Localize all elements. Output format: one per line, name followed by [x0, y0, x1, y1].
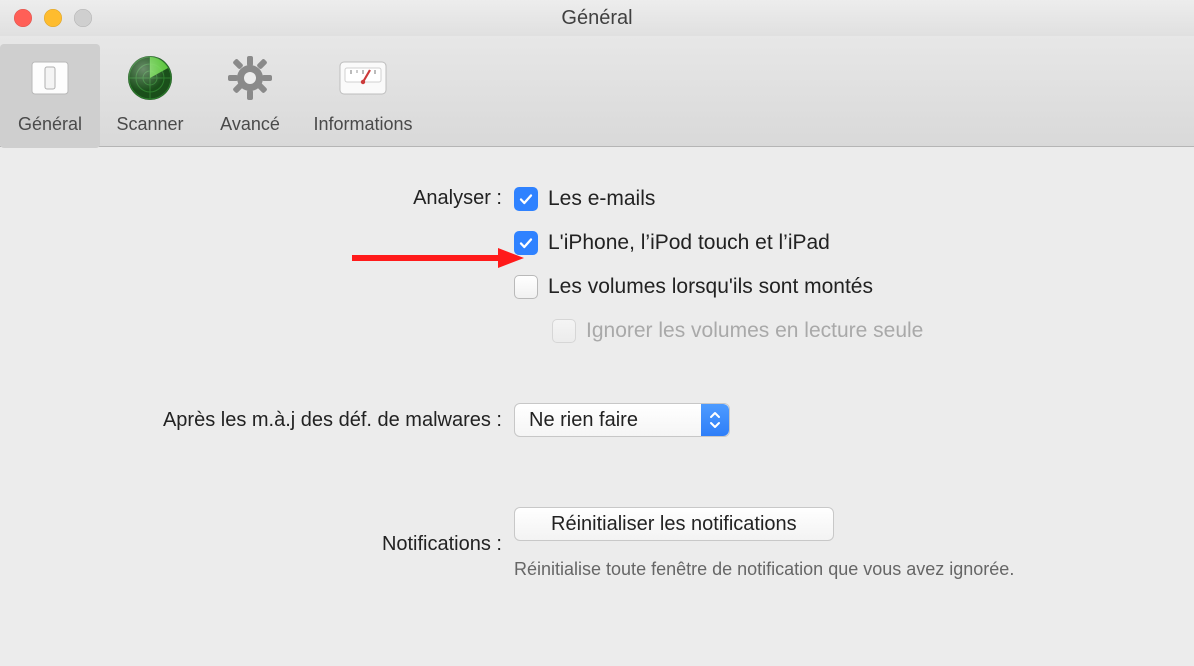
checkbox-ios[interactable]: L'iPhone, l’iPod touch et l’iPad	[514, 231, 923, 255]
checkbox-readonly: Ignorer les volumes en lecture seule	[552, 319, 923, 343]
gear-icon	[222, 50, 278, 106]
checkbox-icon	[552, 319, 576, 343]
notifications-label: Notifications :	[0, 533, 510, 556]
gauge-icon	[335, 50, 391, 106]
toolbar: Général Scanner	[0, 36, 1194, 147]
after-update-label: Après les m.à.j des déf. de malwares :	[0, 409, 510, 432]
general-icon	[22, 50, 78, 106]
checkbox-emails-label: Les e-mails	[548, 187, 655, 211]
window-title: Général	[0, 7, 1194, 30]
checkbox-icon	[514, 275, 538, 299]
tab-advanced-label: Avancé	[220, 114, 280, 135]
tab-scanner[interactable]: Scanner	[100, 44, 200, 148]
checkbox-ios-label: L'iPhone, l’iPod touch et l’iPad	[548, 231, 830, 255]
tab-advanced[interactable]: Avancé	[200, 44, 300, 148]
checkbox-icon	[514, 187, 538, 211]
checkbox-volumes-label: Les volumes lorsqu'ils sont montés	[548, 275, 873, 299]
checkbox-volumes[interactable]: Les volumes lorsqu'ils sont montés	[514, 275, 923, 299]
notifications-helper: Réinitialise toute fenêtre de notificati…	[514, 557, 1014, 581]
tab-general-label: Général	[18, 114, 82, 135]
tab-general[interactable]: Général	[0, 44, 100, 148]
after-update-section: Après les m.à.j des déf. de malwares : N…	[0, 403, 1194, 437]
checkbox-emails[interactable]: Les e-mails	[514, 187, 923, 211]
analyze-label: Analyser :	[0, 187, 510, 210]
checkbox-readonly-label: Ignorer les volumes en lecture seule	[586, 319, 923, 343]
tab-scanner-label: Scanner	[116, 114, 183, 135]
notifications-section: Notifications : Réinitialiser les notifi…	[0, 507, 1194, 581]
content-pane: Analyser : Les e-mails L'iPhone, l’iPod …	[0, 147, 1194, 581]
radar-icon	[122, 50, 178, 106]
checkbox-icon	[514, 231, 538, 255]
tab-info[interactable]: Informations	[300, 44, 426, 148]
analyze-section: Analyser : Les e-mails L'iPhone, l’iPod …	[0, 187, 1194, 363]
chevrons-icon	[701, 404, 729, 436]
tab-info-label: Informations	[313, 114, 412, 135]
titlebar: Général	[0, 0, 1194, 36]
reset-notifications-button-label: Réinitialiser les notifications	[551, 513, 797, 536]
after-update-select[interactable]: Ne rien faire	[514, 403, 730, 437]
after-update-value: Ne rien faire	[529, 409, 638, 432]
reset-notifications-button[interactable]: Réinitialiser les notifications	[514, 507, 834, 541]
